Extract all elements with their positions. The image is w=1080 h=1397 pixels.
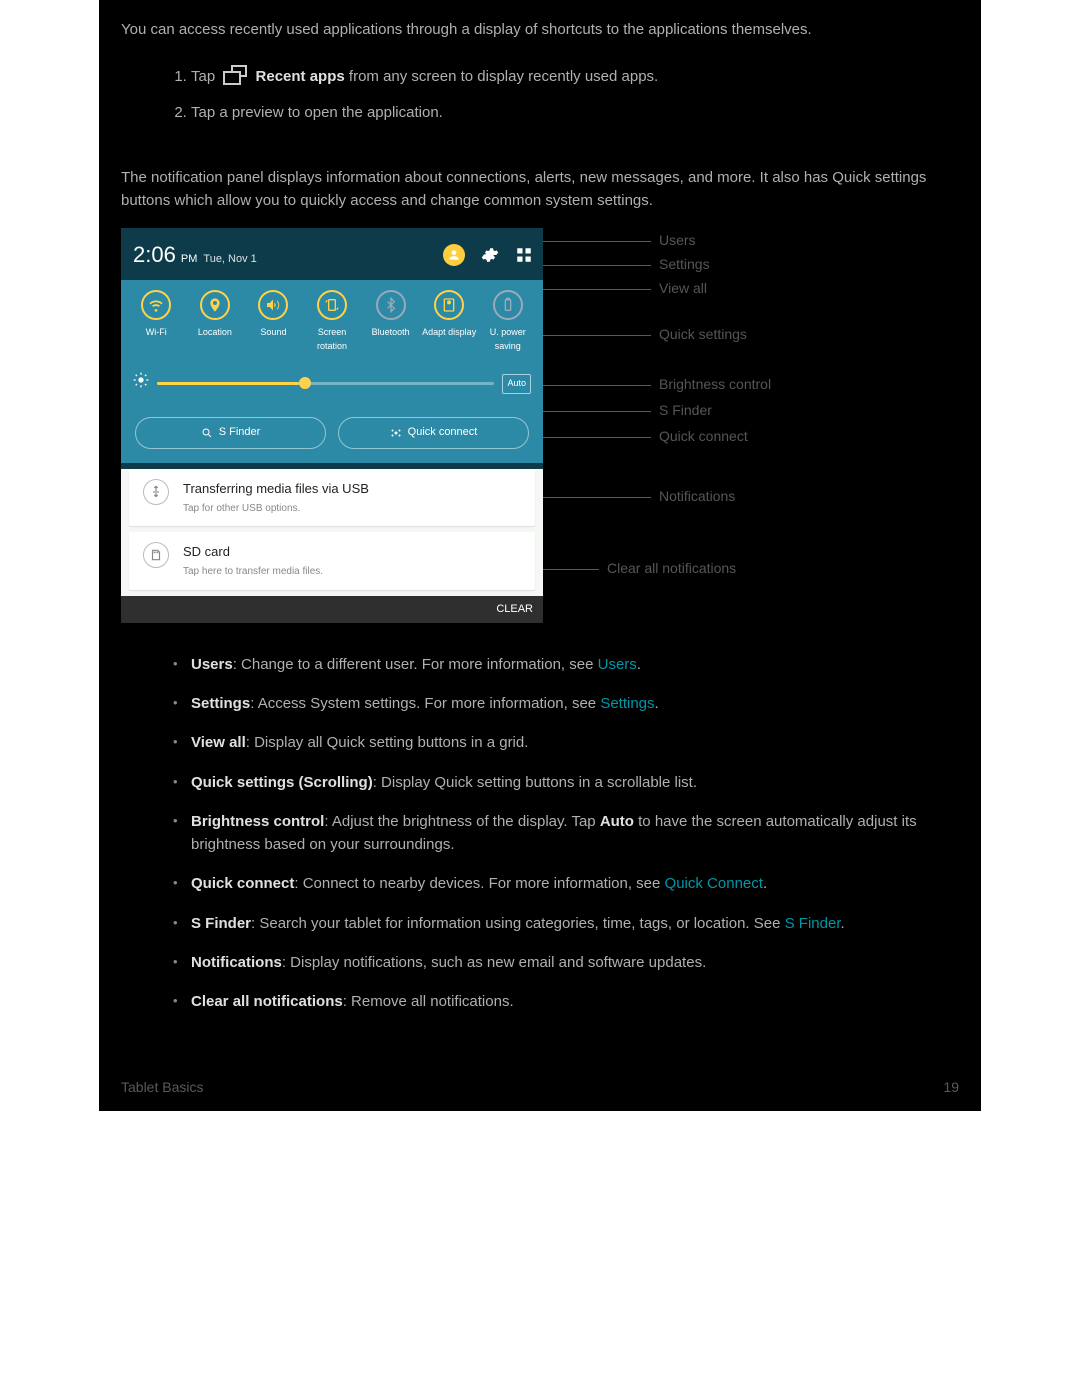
link-s-finder[interactable]: S Finder — [785, 915, 841, 932]
qs-bluetooth[interactable]: Bluetooth — [361, 290, 420, 354]
steps-list: Tap Recent apps from any screen to displ… — [121, 59, 959, 130]
step-1: Tap Recent apps from any screen to displ… — [191, 59, 959, 94]
link-users[interactable]: Users — [598, 656, 637, 673]
usb-icon — [143, 479, 169, 505]
annotated-screenshot: 2:06 PM Tue, Nov 1 Wi-Fi Lo — [121, 228, 959, 623]
qs-adapt-display[interactable]: Adapt display — [420, 290, 479, 354]
brightness-auto-toggle[interactable]: Auto — [502, 374, 531, 394]
document-page: You can access recently used application… — [99, 0, 981, 1111]
qs-rotation[interactable]: Screen rotation — [303, 290, 362, 354]
callout-quick-settings: Quick settings — [651, 324, 747, 346]
feature-bullets: Users: Change to a different user. For m… — [121, 645, 959, 1022]
callout-quick-connect: Quick connect — [651, 426, 748, 448]
bullet-settings: Settings: Access System settings. For mo… — [173, 684, 959, 723]
bullet-users: Users: Change to a different user. For m… — [173, 645, 959, 684]
bullet-notifications: Notifications: Display notifications, su… — [173, 943, 959, 982]
recent-apps-icon — [223, 65, 247, 85]
link-settings[interactable]: Settings — [600, 695, 654, 712]
bullet-s-finder: S Finder: Search your tablet for informa… — [173, 904, 959, 943]
status-bar: 2:06 PM Tue, Nov 1 — [121, 228, 543, 280]
quick-settings-row: Wi-Fi Location Sound Screen rotation Blu… — [121, 280, 543, 362]
bullet-quick-settings: Quick settings (Scrolling): Display Quic… — [173, 763, 959, 802]
notification-item[interactable]: SD card Tap here to transfer media files… — [129, 532, 535, 590]
view-all-icon[interactable] — [515, 246, 533, 264]
clock-time: 2:06 PM — [133, 238, 197, 272]
step-2: Tap a preview to open the application. — [191, 95, 959, 130]
callout-settings: Settings — [651, 254, 710, 276]
callout-labels: Users Settings View all Quick settings B… — [543, 228, 959, 623]
users-icon[interactable] — [443, 244, 465, 266]
brightness-icon — [133, 372, 149, 395]
notification-item[interactable]: Transferring media files via USB Tap for… — [129, 469, 535, 527]
page-footer: Tablet Basics 19 — [121, 1077, 959, 1099]
bullet-clear-all: Clear all notifications: Remove all noti… — [173, 982, 959, 1021]
brightness-slider[interactable]: Auto — [121, 362, 543, 409]
callout-brightness: Brightness control — [651, 374, 771, 396]
callout-clear-all: Clear all notifications — [599, 558, 736, 580]
link-quick-connect[interactable]: Quick Connect — [665, 875, 763, 892]
qs-sound[interactable]: Sound — [244, 290, 303, 354]
bullet-brightness: Brightness control: Adjust the brightnes… — [173, 802, 959, 865]
notifications-area: Transferring media files via USB Tap for… — [121, 469, 543, 623]
intro-text: You can access recently used application… — [121, 18, 959, 41]
notification-panel-paragraph: The notification panel displays informat… — [121, 166, 959, 213]
bullet-view-all: View all: Display all Quick setting butt… — [173, 723, 959, 762]
qs-location[interactable]: Location — [186, 290, 245, 354]
sd-card-icon — [143, 542, 169, 568]
notification-panel-screenshot: 2:06 PM Tue, Nov 1 Wi-Fi Lo — [121, 228, 543, 623]
callout-sfinder: S Finder — [651, 400, 712, 422]
footer-section: Tablet Basics — [121, 1077, 203, 1099]
settings-icon[interactable] — [481, 246, 499, 264]
callout-notifications: Notifications — [651, 486, 735, 508]
quick-connect-button[interactable]: Quick connect — [338, 417, 529, 448]
callout-viewall: View all — [651, 278, 707, 300]
callout-users: Users — [651, 230, 696, 252]
s-finder-button[interactable]: S Finder — [135, 417, 326, 448]
footer-page-number: 19 — [943, 1077, 959, 1099]
qs-power-saving[interactable]: U. power saving — [478, 290, 537, 354]
bullet-quick-connect: Quick connect: Connect to nearby devices… — [173, 864, 959, 903]
clock-date: Tue, Nov 1 — [203, 251, 256, 268]
qs-wifi[interactable]: Wi-Fi — [127, 290, 186, 354]
clear-all-button[interactable]: CLEAR — [121, 596, 543, 623]
